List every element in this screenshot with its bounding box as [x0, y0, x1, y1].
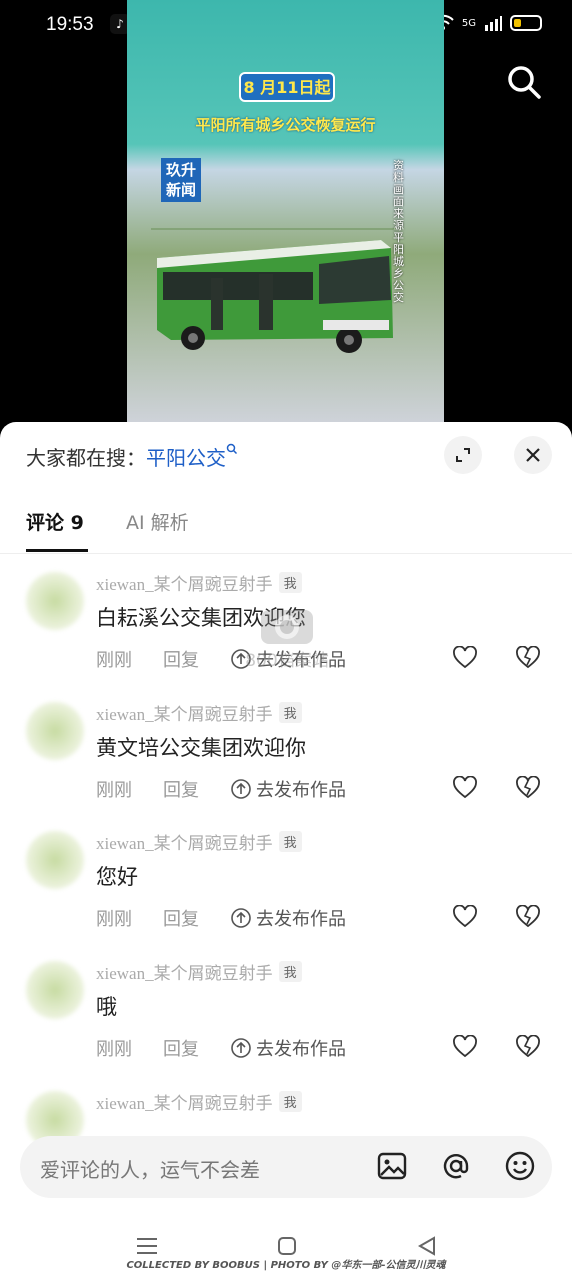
comment-sheet: 大家都在搜：平阳公交 评论 9 AI 解析 xiewan_某个屑豌豆射手我 白耘…	[0, 422, 572, 1280]
comment-input-placeholder[interactable]: 爱评论的人，运气不会差	[40, 1154, 260, 1183]
dislike-broken-heart-icon[interactable]	[515, 905, 541, 929]
expand-button[interactable]	[444, 436, 482, 474]
reply-button[interactable]: 回复	[163, 905, 199, 931]
close-button[interactable]	[514, 436, 552, 474]
home-nav-icon[interactable]	[277, 1236, 297, 1256]
back-nav-icon[interactable]	[417, 1236, 437, 1256]
comment-username[interactable]: xiewan_某个屑豌豆射手我	[96, 700, 302, 725]
self-badge: 我	[278, 961, 302, 982]
camera-watermark-icon	[261, 610, 313, 644]
comment-meta: 刚刚 回复 去发布作品	[96, 1035, 346, 1061]
watermark: 800档案站	[232, 602, 342, 671]
username-text: xiewan_某个屑豌豆射手	[96, 705, 273, 724]
comment-time: 刚刚	[96, 780, 132, 801]
like-heart-icon[interactable]	[452, 776, 478, 800]
like-heart-icon[interactable]	[452, 1035, 478, 1059]
comment-time: 刚刚	[96, 1039, 132, 1060]
publish-work-button[interactable]: 去发布作品	[230, 905, 346, 931]
hot-search-term[interactable]: 平阳公交	[146, 446, 226, 470]
publish-work-label: 去发布作品	[256, 780, 346, 801]
self-badge: 我	[278, 1091, 302, 1112]
reply-button[interactable]: 回复	[163, 646, 199, 672]
video-headline: 平阳所有城乡公交恢复运行	[195, 116, 376, 134]
dislike-broken-heart-icon[interactable]	[515, 646, 541, 670]
publish-work-label: 去发布作品	[256, 909, 346, 930]
reply-button[interactable]: 回复	[163, 776, 199, 802]
comment-text: 黄文培公交集团欢迎你	[96, 736, 306, 760]
publish-work-button[interactable]: 去发布作品	[230, 776, 346, 802]
comment-meta: 刚刚 回复 去发布作品	[96, 776, 346, 802]
reply-button[interactable]: 回复	[163, 1035, 199, 1061]
comment-meta: 刚刚 回复 去发布作品	[96, 905, 346, 931]
image-icon[interactable]	[376, 1150, 408, 1182]
comment-username[interactable]: xiewan_某个屑豌豆射手我	[96, 959, 302, 984]
hot-search[interactable]: 大家都在搜：平阳公交	[26, 442, 238, 471]
dislike-broken-heart-icon[interactable]	[515, 776, 541, 800]
like-heart-icon[interactable]	[452, 905, 478, 929]
emoji-icon[interactable]	[504, 1150, 536, 1182]
publish-work-button[interactable]: 去发布作品	[230, 1035, 346, 1061]
username-text: xiewan_某个屑豌豆射手	[96, 575, 273, 594]
video-player[interactable]: 8 月11日起 平阳所有城乡公交恢复运行 玖升 新闻 资料画面来源平阳城乡公交	[127, 0, 444, 424]
comment-item: xiewan_某个屑豌豆射手我 您好 刚刚 回复 去发布作品	[0, 813, 572, 933]
signal-icon	[485, 16, 502, 31]
battery-icon	[510, 15, 542, 31]
like-heart-icon[interactable]	[452, 646, 478, 670]
comment-username[interactable]: xiewan_某个屑豌豆射手我	[96, 1089, 302, 1114]
tab-comments[interactable]: 评论 9	[26, 508, 84, 535]
comment-input-bar[interactable]: 爱评论的人，运气不会差	[20, 1136, 552, 1198]
news-logo-line2: 新闻	[165, 181, 196, 199]
search-small-icon	[226, 443, 238, 455]
close-icon	[526, 448, 540, 462]
comment-username[interactable]: xiewan_某个屑豌豆射手我	[96, 829, 302, 854]
avatar[interactable]	[26, 572, 84, 630]
photo-credit: COLLECTED BY BOOBUS | PHOTO BY @华东一部-公信灵…	[126, 1260, 446, 1271]
avatar[interactable]	[26, 702, 84, 760]
menu-nav-icon[interactable]	[136, 1236, 158, 1256]
news-logo: 玖升 新闻	[161, 158, 201, 202]
comment-time: 刚刚	[96, 650, 132, 671]
username-text: xiewan_某个屑豌豆射手	[96, 834, 273, 853]
comment-username[interactable]: xiewan_某个屑豌豆射手我	[96, 570, 302, 595]
avatar[interactable]	[26, 831, 84, 889]
self-badge: 我	[278, 831, 302, 852]
comment-text: 您好	[96, 865, 138, 889]
clock: 19:53	[46, 14, 94, 35]
self-badge: 我	[278, 702, 302, 723]
watermark-text: 800档案站	[245, 651, 329, 671]
hot-search-prefix: 大家都在搜：	[26, 446, 146, 470]
system-nav-bar: COLLECTED BY BOOBUS | PHOTO BY @华东一部-公信灵…	[0, 1222, 572, 1280]
video-date-label: 8 月11日起	[239, 72, 335, 102]
news-logo-line1: 玖升	[165, 161, 196, 179]
comment-time: 刚刚	[96, 909, 132, 930]
tab-underline	[26, 549, 88, 552]
comment-item: xiewan_某个屑豌豆射手我 哦 刚刚 回复 去发布作品	[0, 943, 572, 1063]
self-badge: 我	[278, 572, 302, 593]
expand-icon	[456, 448, 470, 462]
arrow-up-circle-icon	[231, 1038, 251, 1058]
publish-work-label: 去发布作品	[256, 1039, 346, 1060]
comment-meta: 刚刚 回复 去发布作品	[96, 646, 346, 672]
search-icon[interactable]	[506, 64, 542, 100]
comment-item: xiewan_某个屑豌豆射手我 黄文培公交集团欢迎你 刚刚 回复 去发布作品	[0, 684, 572, 804]
avatar[interactable]	[26, 961, 84, 1019]
mention-icon[interactable]	[440, 1150, 472, 1182]
dislike-broken-heart-icon[interactable]	[515, 1035, 541, 1059]
arrow-up-circle-icon	[231, 908, 251, 928]
arrow-up-circle-icon	[231, 779, 251, 799]
username-text: xiewan_某个屑豌豆射手	[96, 1094, 273, 1113]
comment-text: 哦	[96, 995, 117, 1019]
bus-image	[151, 228, 396, 353]
signal-label: 5G	[461, 17, 476, 29]
tab-ai-analysis[interactable]: AI 解析	[126, 508, 189, 535]
username-text: xiewan_某个屑豌豆射手	[96, 964, 273, 983]
